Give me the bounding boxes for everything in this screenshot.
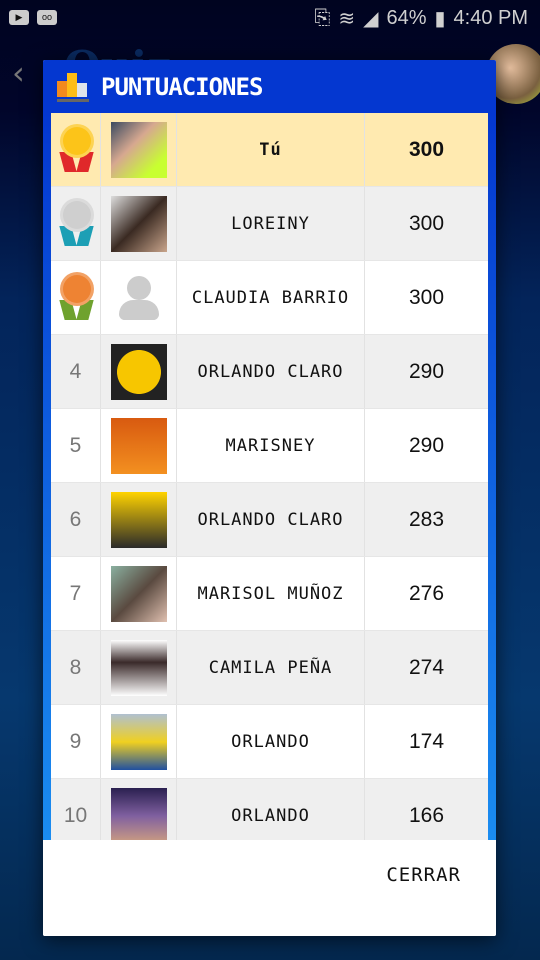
rank-number: 6 xyxy=(69,507,82,531)
avatar-cell xyxy=(101,483,177,556)
cast-icon: ⎘ xyxy=(314,7,331,29)
signal-icon: ◢ xyxy=(363,8,379,30)
voicemail-icon: oo xyxy=(37,10,57,25)
rank-number: 4 xyxy=(69,359,82,383)
default-avatar-icon xyxy=(111,270,167,326)
gold-medal-icon xyxy=(58,123,94,176)
rank-cell: 10 xyxy=(51,779,101,840)
close-button[interactable]: CERRAR xyxy=(386,864,461,886)
silver-medal-icon xyxy=(58,197,94,250)
player-score: 290 xyxy=(364,335,488,408)
youtube-icon: ▶ xyxy=(9,10,29,25)
player-avatar xyxy=(110,343,167,400)
bar-chart-icon xyxy=(57,72,89,102)
rank-cell xyxy=(51,113,101,186)
avatar-cell xyxy=(101,409,177,482)
player-name: ORLANDO CLARO xyxy=(197,361,344,382)
score-row[interactable]: 5 MARISNEY 290 xyxy=(51,409,488,483)
rank-cell xyxy=(51,261,101,334)
score-list[interactable]: Tú 300 LOREINY 300 CLAUDIA BARRIO 300 4 ORLANDO… xyxy=(43,113,496,840)
player-score: 290 xyxy=(364,409,488,482)
score-row[interactable]: Tú 300 xyxy=(51,113,488,187)
rank-cell: 4 xyxy=(51,335,101,408)
score-row[interactable]: 7 MARISOL MUÑOZ 276 xyxy=(51,557,488,631)
score-row[interactable]: CLAUDIA BARRIO 300 xyxy=(51,261,488,335)
player-name: ORLANDO xyxy=(231,805,310,826)
score-row[interactable]: 4 ORLANDO CLARO 290 xyxy=(51,335,488,409)
player-avatar xyxy=(110,417,167,474)
back-button[interactable]: ‹ xyxy=(12,54,25,92)
score-row[interactable]: 6 ORLANDO CLARO 283 xyxy=(51,483,488,557)
avatar-cell xyxy=(101,187,177,260)
player-score: 276 xyxy=(364,557,488,630)
avatar-cell xyxy=(101,705,177,778)
player-name: ORLANDO xyxy=(231,731,310,752)
player-score: 274 xyxy=(364,631,488,704)
rank-number: 10 xyxy=(63,803,88,827)
score-row[interactable]: 10 ORLANDO 166 xyxy=(51,779,488,840)
dialog-footer: CERRAR xyxy=(43,840,496,936)
dialog-title: PUNTUACIONES xyxy=(101,72,263,101)
rank-number: 7 xyxy=(69,581,82,605)
player-avatar xyxy=(110,639,167,696)
dialog-header: PUNTUACIONES xyxy=(43,60,496,113)
rank-cell: 5 xyxy=(51,409,101,482)
player-score: 300 xyxy=(364,261,488,334)
status-bar: ▶ oo ⎘ ≋ ◢ 64% ▮ 4:40 PM xyxy=(0,0,540,36)
clock: 4:40 PM xyxy=(453,7,528,29)
rank-cell xyxy=(51,187,101,260)
player-avatar xyxy=(110,787,167,840)
avatar-cell xyxy=(101,335,177,408)
player-score: 300 xyxy=(364,187,488,260)
player-name: CLAUDIA BARRIO xyxy=(191,287,350,308)
player-avatar xyxy=(110,713,167,770)
rank-number: 9 xyxy=(69,729,82,753)
avatar-cell xyxy=(101,261,177,334)
player-name: MARISNEY xyxy=(225,435,316,456)
player-avatar xyxy=(110,121,167,178)
player-name: MARISOL MUÑOZ xyxy=(197,583,344,604)
rank-cell: 9 xyxy=(51,705,101,778)
avatar-cell xyxy=(101,557,177,630)
player-name: LOREINY xyxy=(231,213,310,234)
battery-icon: ▮ xyxy=(434,8,446,30)
scores-dialog: PUNTUACIONES Tú 300 LOREINY 300 CLAUDIA BARR… xyxy=(43,60,496,936)
rank-cell: 6 xyxy=(51,483,101,556)
player-avatar xyxy=(110,565,167,622)
score-row[interactable]: LOREINY 300 xyxy=(51,187,488,261)
wifi-icon: ≋ xyxy=(338,8,356,30)
player-avatar xyxy=(110,491,167,548)
bronze-medal-icon xyxy=(58,271,94,324)
score-row[interactable]: 8 CAMILA PEÑA 274 xyxy=(51,631,488,705)
player-avatar xyxy=(110,195,167,252)
avatar-cell xyxy=(101,779,177,840)
player-score: 283 xyxy=(364,483,488,556)
player-name: CAMILA PEÑA xyxy=(208,657,333,678)
player-score: 300 xyxy=(364,113,488,186)
score-row[interactable]: 9 ORLANDO 174 xyxy=(51,705,488,779)
rank-cell: 8 xyxy=(51,631,101,704)
rank-number: 8 xyxy=(69,655,82,679)
player-score: 166 xyxy=(364,779,488,840)
avatar-cell xyxy=(101,631,177,704)
avatar-cell xyxy=(101,113,177,186)
battery-percent: 64% xyxy=(386,7,427,29)
player-name: ORLANDO CLARO xyxy=(197,509,344,530)
rank-cell: 7 xyxy=(51,557,101,630)
player-score: 174 xyxy=(364,705,488,778)
rank-number: 5 xyxy=(69,433,82,457)
player-name: Tú xyxy=(259,139,282,160)
